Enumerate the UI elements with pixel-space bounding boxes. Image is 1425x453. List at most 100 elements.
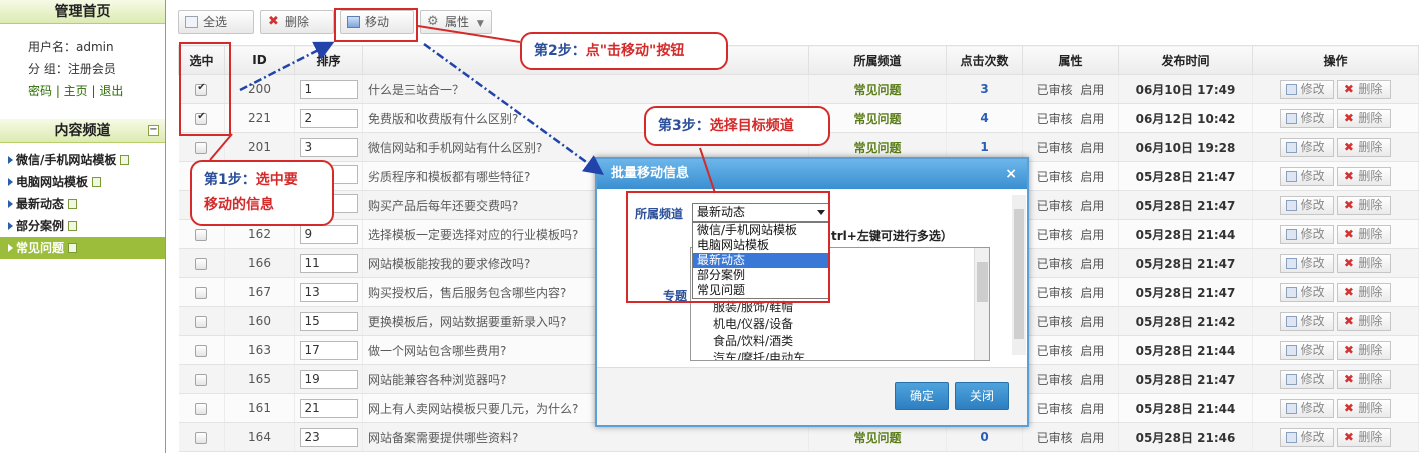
collapse-icon[interactable]: − xyxy=(148,125,159,136)
sidebar-item-channel[interactable]: 最新动态 xyxy=(0,193,165,215)
properties-dropdown[interactable]: ⚙ 属性 ▼ xyxy=(420,10,492,34)
sort-input[interactable]: 9 xyxy=(299,224,358,244)
row-enabled[interactable]: 启用 xyxy=(1080,344,1104,358)
row-delete-button[interactable]: ✖ 删除 xyxy=(1337,166,1392,186)
topic-item[interactable]: 汽车/摩托/电动车 xyxy=(691,350,989,360)
row-delete-button[interactable]: ✖ 删除 xyxy=(1337,79,1392,99)
sort-input[interactable]: 19 xyxy=(299,369,358,389)
edit-button[interactable]: 修改 xyxy=(1279,79,1334,99)
row-status[interactable]: 已审核 xyxy=(1037,199,1073,213)
row-delete-button[interactable]: ✖ 删除 xyxy=(1337,340,1392,360)
row-status[interactable]: 已审核 xyxy=(1037,431,1073,445)
sidebar-item-channel[interactable]: 常见问题 xyxy=(0,237,165,259)
account-links[interactable]: 密码 | 主页 | 退出 xyxy=(28,80,165,102)
row-delete-button[interactable]: ✖ 删除 xyxy=(1337,398,1392,418)
row-title-link[interactable]: 网站能兼容各种浏览器吗? xyxy=(368,373,506,387)
row-title-link[interactable]: 网上有人卖网站模板只要几元，为什么? xyxy=(368,402,578,416)
row-title-link[interactable]: 更换模板后，网站数据要重新录入吗? xyxy=(368,315,566,329)
row-delete-button[interactable]: ✖ 删除 xyxy=(1337,137,1392,157)
topic-scrollbar[interactable] xyxy=(974,248,989,360)
row-title-link[interactable]: 什么是三站合一？ xyxy=(368,83,464,97)
edit-button[interactable]: 修改 xyxy=(1279,282,1334,302)
edit-button[interactable]: 修改 xyxy=(1279,311,1334,331)
edit-button[interactable]: 修改 xyxy=(1279,137,1334,157)
row-title-link[interactable]: 选择模板一定要选择对应的行业模板吗? xyxy=(368,228,578,242)
dialog-title-bar[interactable]: 批量移动信息 × xyxy=(597,159,1027,189)
sort-input[interactable]: 11 xyxy=(299,253,358,273)
row-enabled[interactable]: 启用 xyxy=(1080,431,1104,445)
row-delete-button[interactable]: ✖ 删除 xyxy=(1337,282,1392,302)
close-button[interactable]: 关闭 xyxy=(955,382,1009,410)
row-title-link[interactable]: 网站备案需要提供哪些资料? xyxy=(368,431,518,445)
topic-item[interactable]: 食品/饮料/酒类 xyxy=(691,333,989,350)
edit-button[interactable]: 修改 xyxy=(1279,427,1334,447)
row-status[interactable]: 已审核 xyxy=(1037,257,1073,271)
row-enabled[interactable]: 启用 xyxy=(1080,228,1104,242)
row-delete-button[interactable]: ✖ 删除 xyxy=(1337,195,1392,215)
row-title-link[interactable]: 购买产品后每年还要交费吗? xyxy=(368,199,518,213)
row-checkbox[interactable] xyxy=(195,257,208,270)
row-status[interactable]: 已审核 xyxy=(1037,228,1073,242)
edit-button[interactable]: 修改 xyxy=(1279,253,1334,273)
row-checkbox[interactable] xyxy=(195,228,208,241)
row-delete-button[interactable]: ✖ 删除 xyxy=(1337,311,1392,331)
row-status[interactable]: 已审核 xyxy=(1037,112,1073,126)
row-enabled[interactable]: 启用 xyxy=(1080,315,1104,329)
sort-input[interactable]: 23 xyxy=(299,427,358,447)
delete-button[interactable]: ✖ 删除 xyxy=(260,10,334,34)
sort-input[interactable]: 13 xyxy=(299,282,358,302)
edit-button[interactable]: 修改 xyxy=(1279,166,1334,186)
row-enabled[interactable]: 启用 xyxy=(1080,286,1104,300)
sort-input[interactable]: 15 xyxy=(299,311,358,331)
row-title-link[interactable]: 劣质程序和模板都有哪些特征? xyxy=(368,170,530,184)
sidebar-item-channel[interactable]: 微信/手机网站模板 xyxy=(0,149,165,171)
note-icon[interactable] xyxy=(68,199,78,209)
sort-input[interactable]: 21 xyxy=(299,398,358,418)
edit-button[interactable]: 修改 xyxy=(1279,195,1334,215)
row-checkbox[interactable] xyxy=(195,373,208,386)
row-title-link[interactable]: 网站模板能按我的要求修改吗? xyxy=(368,257,530,271)
row-title-link[interactable]: 购买授权后，售后服务包含哪些内容? xyxy=(368,286,566,300)
close-icon[interactable]: × xyxy=(1005,159,1017,189)
edit-button[interactable]: 修改 xyxy=(1279,398,1334,418)
row-status[interactable]: 已审核 xyxy=(1037,141,1073,155)
row-status[interactable]: 已审核 xyxy=(1037,170,1073,184)
row-delete-button[interactable]: ✖ 删除 xyxy=(1337,253,1392,273)
note-icon[interactable] xyxy=(68,221,78,231)
row-enabled[interactable]: 启用 xyxy=(1080,83,1104,97)
sort-input[interactable]: 1 xyxy=(299,79,358,99)
row-delete-button[interactable]: ✖ 删除 xyxy=(1337,108,1392,128)
row-delete-button[interactable]: ✖ 删除 xyxy=(1337,369,1392,389)
row-enabled[interactable]: 启用 xyxy=(1080,141,1104,155)
row-delete-button[interactable]: ✖ 删除 xyxy=(1337,224,1392,244)
sort-input[interactable]: 3 xyxy=(299,137,358,157)
row-status[interactable]: 已审核 xyxy=(1037,83,1073,97)
row-enabled[interactable]: 启用 xyxy=(1080,170,1104,184)
row-enabled[interactable]: 启用 xyxy=(1080,112,1104,126)
topic-item[interactable]: 机电/仪器/设备 xyxy=(691,316,989,333)
edit-button[interactable]: 修改 xyxy=(1279,369,1334,389)
row-delete-button[interactable]: ✖ 删除 xyxy=(1337,427,1392,447)
note-icon[interactable] xyxy=(68,243,78,253)
row-enabled[interactable]: 启用 xyxy=(1080,373,1104,387)
row-title-link[interactable]: 免费版和收费版有什么区别? xyxy=(368,112,518,126)
row-status[interactable]: 已审核 xyxy=(1037,286,1073,300)
row-enabled[interactable]: 启用 xyxy=(1080,402,1104,416)
row-checkbox[interactable] xyxy=(195,141,208,154)
row-enabled[interactable]: 启用 xyxy=(1080,257,1104,271)
row-status[interactable]: 已审核 xyxy=(1037,402,1073,416)
row-checkbox[interactable] xyxy=(195,315,208,328)
sidebar-title[interactable]: 管理首页 xyxy=(0,0,165,24)
row-checkbox[interactable] xyxy=(195,286,208,299)
row-status[interactable]: 已审核 xyxy=(1037,373,1073,387)
select-all-button[interactable]: 全选 xyxy=(178,10,254,34)
sidebar-item-channel[interactable]: 电脑网站模板 xyxy=(0,171,165,193)
row-checkbox[interactable] xyxy=(195,431,208,444)
edit-button[interactable]: 修改 xyxy=(1279,340,1334,360)
sidebar-item-channel[interactable]: 部分案例 xyxy=(0,215,165,237)
row-checkbox[interactable] xyxy=(195,344,208,357)
note-icon[interactable] xyxy=(120,155,130,165)
row-status[interactable]: 已审核 xyxy=(1037,344,1073,358)
sort-input[interactable]: 2 xyxy=(299,108,358,128)
row-checkbox[interactable] xyxy=(195,402,208,415)
